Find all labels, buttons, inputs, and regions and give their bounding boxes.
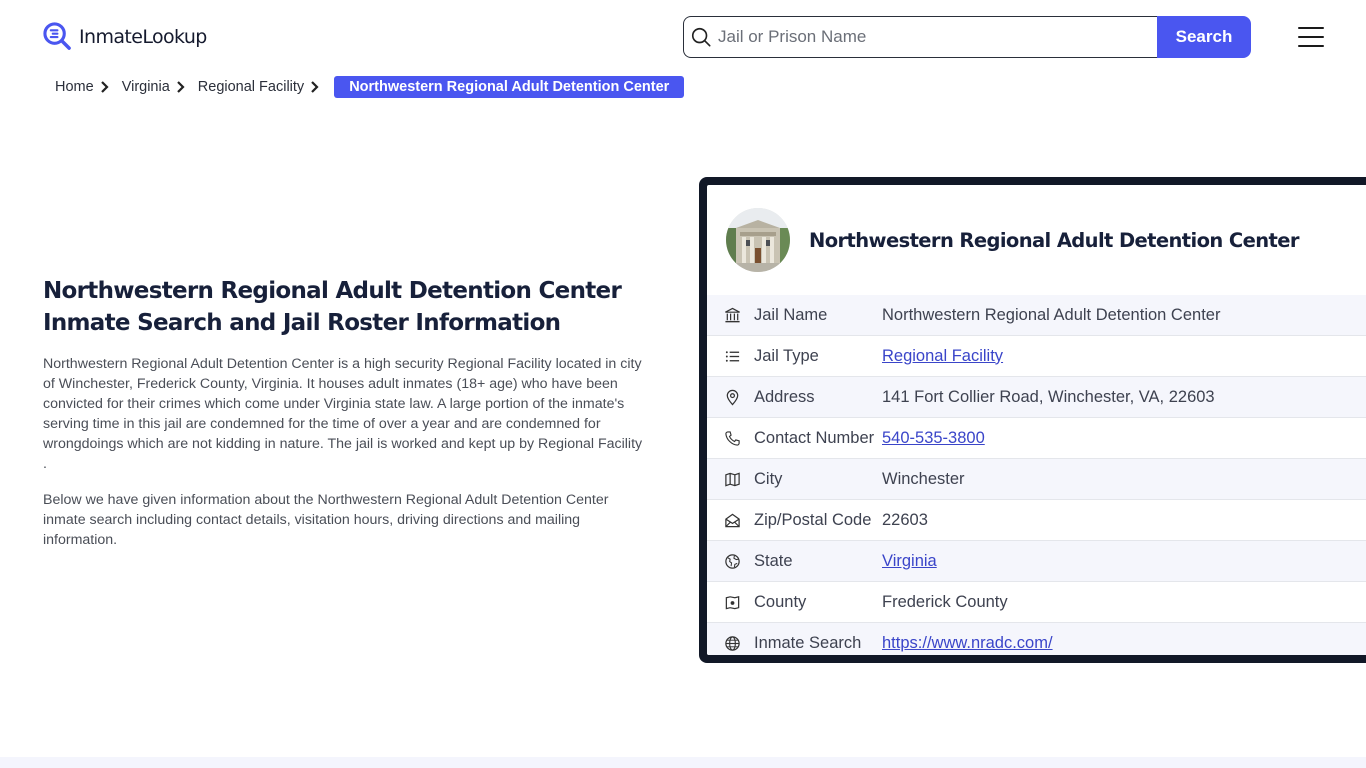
menu-bar <box>1298 36 1324 38</box>
row-value: Winchester <box>882 469 965 488</box>
card-title: Northwestern Regional Adult Detention Ce… <box>809 228 1299 252</box>
menu-bar <box>1298 45 1324 47</box>
row-label: Jail Type <box>754 346 819 365</box>
state-link[interactable]: Virginia <box>882 552 937 570</box>
list-icon <box>707 348 754 365</box>
search-form: Search <box>683 16 1251 58</box>
search-icon <box>691 27 711 47</box>
jail-type-link[interactable]: Regional Facility <box>882 347 1003 365</box>
info-row-county: County Frederick County <box>707 582 1366 623</box>
info-paragraph: Below we have given information about th… <box>43 492 609 548</box>
info-row-jail-type: Jail Type Regional Facility <box>707 336 1366 377</box>
info-row-city: City Winchester <box>707 459 1366 500</box>
phone-link[interactable]: 540-535-3800 <box>882 429 985 447</box>
breadcrumb-regional-facility[interactable]: Regional Facility <box>198 79 304 95</box>
footer-band <box>0 757 1366 768</box>
menu-button[interactable] <box>1298 27 1324 47</box>
row-value: Northwestern Regional Adult Detention Ce… <box>882 305 1221 324</box>
card-header: Northwestern Regional Adult Detention Ce… <box>707 185 1366 295</box>
facility-photo <box>726 208 790 272</box>
search-button[interactable]: Search <box>1157 16 1251 58</box>
map-marker-icon <box>707 594 754 611</box>
info-row-address: Address 141 Fort Collier Road, Wincheste… <box>707 377 1366 418</box>
row-label: County <box>754 592 807 611</box>
row-label: City <box>754 469 783 488</box>
intro-paragraph: Northwestern Regional Adult Detention Ce… <box>43 356 643 472</box>
breadcrumb-current: Northwestern Regional Adult Detention Ce… <box>334 76 685 98</box>
map-icon <box>707 471 754 488</box>
chevron-right-icon <box>98 80 116 94</box>
phone-icon <box>707 430 754 447</box>
row-label: Contact Number <box>754 428 875 447</box>
info-row-jail-name: Jail Name Northwestern Regional Adult De… <box>707 295 1366 336</box>
logo[interactable]: InmateLookup <box>43 22 207 51</box>
menu-bar <box>1298 27 1324 29</box>
breadcrumb-home[interactable]: Home <box>55 79 94 95</box>
breadcrumb: Home Virginia Regional Facility Northwes… <box>55 76 685 98</box>
row-label: Zip/Postal Code <box>754 510 872 529</box>
mail-open-icon <box>707 512 754 529</box>
row-label: Inmate Search <box>754 634 862 652</box>
inmate-search-link[interactable]: https://www.nradc.com/ <box>882 634 1053 652</box>
search-input[interactable] <box>712 27 1157 47</box>
row-label: State <box>754 551 793 570</box>
row-label: Address <box>754 387 815 406</box>
info-row-state: State Virginia <box>707 541 1366 582</box>
page-title: Northwestern Regional Adult Detention Ce… <box>43 278 622 336</box>
logo-magnifier-icon <box>43 22 71 50</box>
row-label: Jail Name <box>754 305 828 324</box>
logo-text: InmateLookup <box>79 25 207 48</box>
row-value: Frederick County <box>882 592 1008 611</box>
info-row-contact-number: Contact Number 540-535-3800 <box>707 418 1366 459</box>
chevron-right-icon <box>308 80 326 94</box>
map-pin-icon <box>707 389 754 406</box>
facility-info-table: Jail Name Northwestern Regional Adult De… <box>707 295 1366 655</box>
info-row-inmate-search: Inmate Search https://www.nradc.com/ <box>707 623 1366 655</box>
breadcrumb-virginia[interactable]: Virginia <box>122 79 170 95</box>
row-value: 141 Fort Collier Road, Winchester, VA, 2… <box>882 387 1215 406</box>
info-row-zip: Zip/Postal Code 22603 <box>707 500 1366 541</box>
bank-icon <box>707 307 754 324</box>
globe-icon <box>707 635 754 652</box>
facility-card: Northwestern Regional Adult Detention Ce… <box>699 177 1366 663</box>
search-box <box>683 16 1157 58</box>
globe-alt-icon <box>707 553 754 570</box>
chevron-right-icon <box>174 80 192 94</box>
row-value: 22603 <box>882 510 928 529</box>
